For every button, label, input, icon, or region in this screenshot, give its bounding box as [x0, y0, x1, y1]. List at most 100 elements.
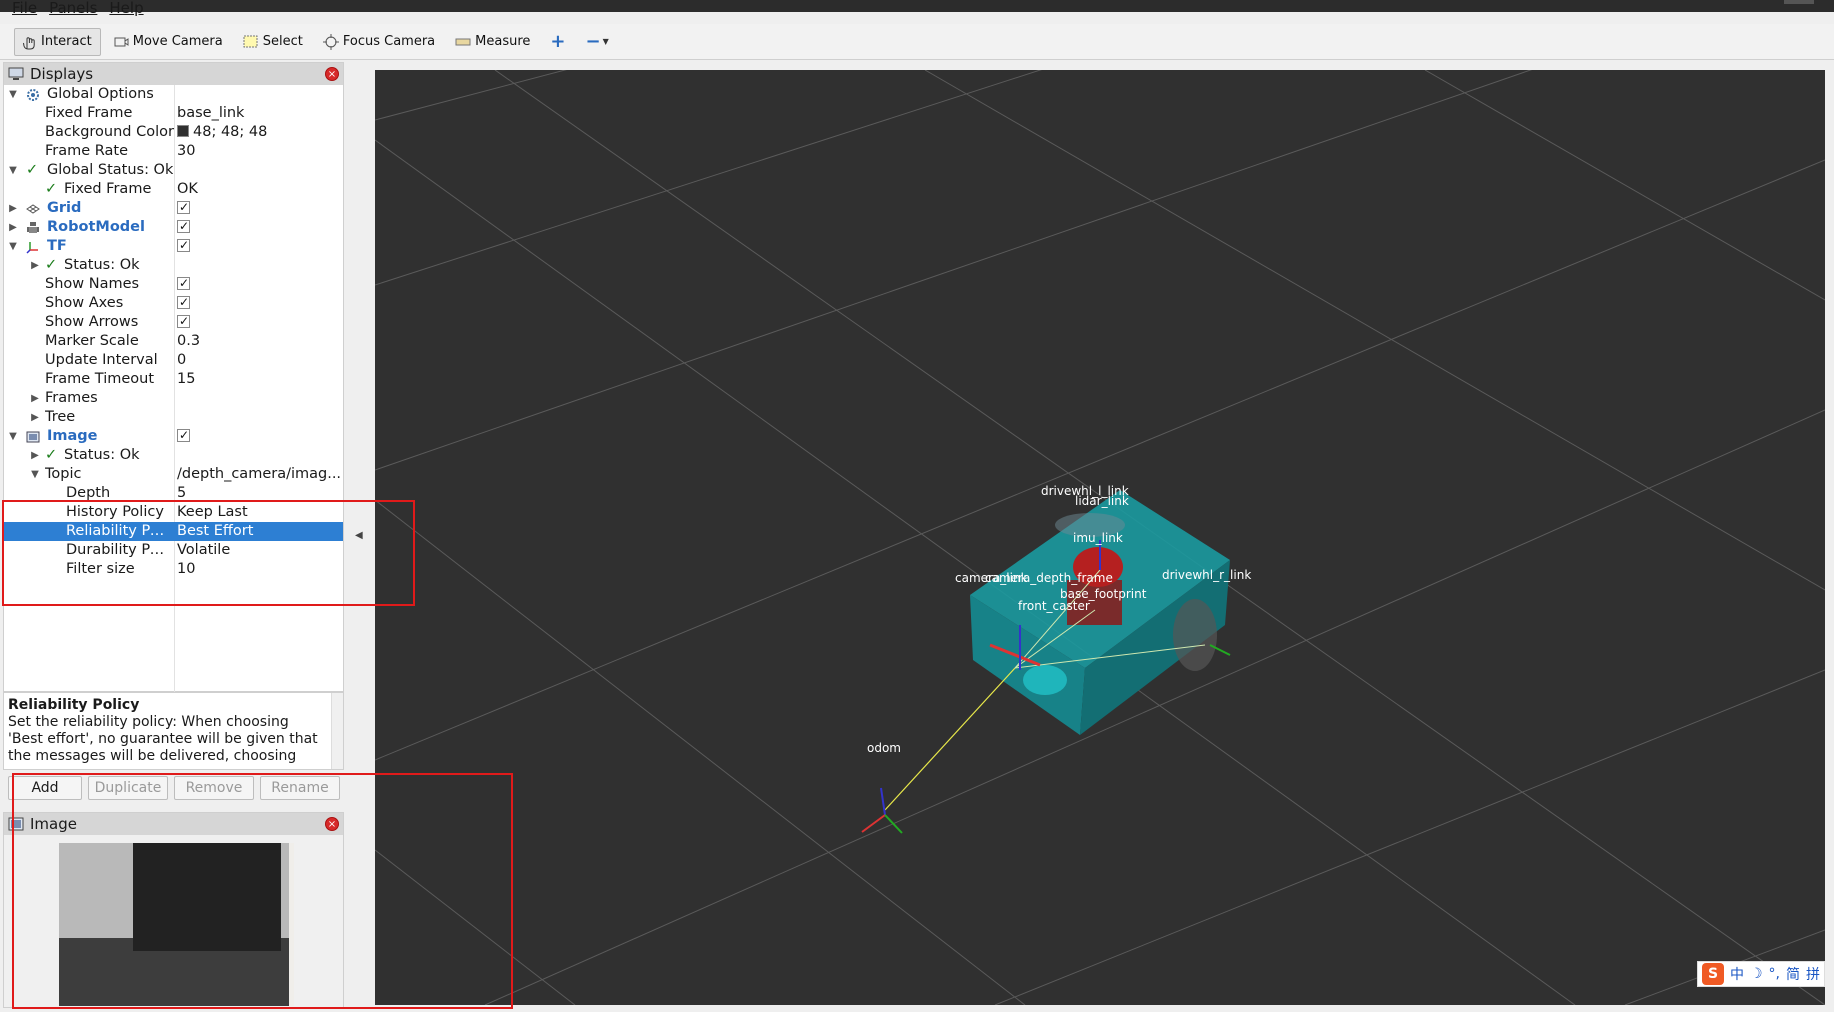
- close-icon[interactable]: ×: [325, 67, 339, 81]
- tree-label: Marker Scale: [45, 333, 139, 349]
- expand-arrow-icon[interactable]: ▼: [30, 465, 40, 484]
- collapse-arrow-icon[interactable]: ▶: [30, 389, 40, 408]
- tree-row-depth[interactable]: Depth 5: [4, 484, 343, 503]
- image-header: Image ×: [4, 813, 343, 835]
- remove-button[interactable]: Remove: [174, 776, 254, 800]
- marker-scale-value[interactable]: 0.3: [177, 332, 343, 351]
- collapse-panel-icon[interactable]: ◀: [355, 530, 363, 541]
- plus-icon: +: [550, 31, 566, 52]
- tree-row-frame-timeout[interactable]: Frame Timeout 15: [4, 370, 343, 389]
- select-tool[interactable]: Select: [235, 28, 311, 56]
- tree-row-status-fixed-frame[interactable]: ✓ Fixed Frame OK: [4, 180, 343, 199]
- tree-label: Durability Po...: [66, 542, 172, 558]
- move-camera-label: Move Camera: [132, 34, 223, 49]
- collapse-arrow-icon[interactable]: ▶: [30, 256, 40, 275]
- tree-row-marker-scale[interactable]: Marker Scale 0.3: [4, 332, 343, 351]
- tree-row-image[interactable]: ▼ Image: [4, 427, 343, 446]
- collapse-arrow-icon[interactable]: ▶: [8, 218, 18, 237]
- expand-arrow-icon[interactable]: ▼: [8, 427, 18, 446]
- measure-label: Measure: [475, 34, 531, 49]
- remove-tool-button[interactable]: − ▼: [577, 28, 616, 56]
- tree-row-filter-size[interactable]: Filter size 10: [4, 560, 343, 579]
- tree-row-frames[interactable]: ▶ Frames: [4, 389, 343, 408]
- reliability-policy-value[interactable]: Best Effort: [177, 522, 343, 541]
- tree-row-fixed-frame[interactable]: Fixed Frame base_link: [4, 104, 343, 123]
- color-swatch[interactable]: [177, 125, 189, 137]
- tree-row-global-options[interactable]: ▼ Global Options: [4, 85, 343, 104]
- background-color-value[interactable]: 48; 48; 48: [177, 123, 343, 142]
- enabled-checkbox[interactable]: [177, 199, 343, 218]
- interact-tool[interactable]: Interact: [14, 27, 101, 56]
- moon-icon[interactable]: ☽: [1750, 966, 1763, 982]
- dropdown-arrow-icon: ▼: [602, 37, 609, 46]
- input-method-tray[interactable]: S 中 ☽ °, 简 拼: [1696, 961, 1825, 987]
- add-tool-button[interactable]: +: [542, 28, 573, 56]
- frame-rate-value[interactable]: 30: [177, 142, 343, 161]
- tree-row-background-color[interactable]: Background Color 48; 48; 48: [4, 123, 343, 142]
- tray-punct[interactable]: °,: [1769, 966, 1780, 982]
- tree-row-image-status[interactable]: ▶ ✓ Status: Ok: [4, 446, 343, 465]
- tray-simplified[interactable]: 简: [1786, 964, 1800, 984]
- tree-row-update-interval[interactable]: Update Interval 0: [4, 351, 343, 370]
- tree-row-robotmodel[interactable]: ▶ RobotModel: [4, 218, 343, 237]
- collapse-arrow-icon[interactable]: ▶: [30, 408, 40, 427]
- tree-label: Status: Ok: [64, 257, 140, 273]
- description-scrollbar[interactable]: [331, 693, 343, 769]
- tree-row-tf[interactable]: ▼ TF: [4, 237, 343, 256]
- tree-label: Frame Timeout: [45, 371, 155, 387]
- show-arrows-checkbox[interactable]: [177, 313, 343, 332]
- durability-policy-value[interactable]: Volatile: [177, 541, 343, 560]
- menu-panels[interactable]: Panels: [49, 0, 97, 24]
- enabled-checkbox[interactable]: [177, 427, 343, 446]
- depth-value[interactable]: 5: [177, 484, 343, 503]
- robot-model: [861, 490, 1231, 834]
- tree-row-topic[interactable]: ▼ Topic /depth_camera/imag...: [4, 465, 343, 484]
- tree-row-frame-rate[interactable]: Frame Rate 30: [4, 142, 343, 161]
- expand-arrow-icon[interactable]: ▼: [8, 161, 18, 180]
- drive-wheel-right: [1173, 599, 1217, 671]
- tree-row-reliability-policy[interactable]: Reliability Po... Best Effort: [4, 522, 343, 541]
- collapse-arrow-icon[interactable]: ▶: [30, 446, 40, 465]
- menu-file[interactable]: File: [12, 0, 37, 24]
- tree-row-history-policy[interactable]: History Policy Keep Last: [4, 503, 343, 522]
- tree-row-durability-policy[interactable]: Durability Po... Volatile: [4, 541, 343, 560]
- tray-pinyin[interactable]: 拼: [1806, 964, 1820, 984]
- measure-tool[interactable]: Measure: [447, 28, 538, 56]
- frame-timeout-value[interactable]: 15: [177, 370, 343, 389]
- filter-size-value[interactable]: 10: [177, 560, 343, 579]
- fixed-frame-value[interactable]: base_link: [177, 104, 343, 123]
- close-icon[interactable]: ×: [325, 817, 339, 831]
- tree-label: Show Arrows: [45, 314, 139, 330]
- tree-row-global-status[interactable]: ▼ ✓ Global Status: Ok: [4, 161, 343, 180]
- tray-chinese[interactable]: 中: [1730, 964, 1744, 984]
- topic-value[interactable]: /depth_camera/imag...: [177, 465, 343, 484]
- 3d-viewport[interactable]: drivewhl_l_link lidar_link imu_link came…: [375, 70, 1825, 1005]
- tree-label: Frames: [45, 390, 98, 406]
- show-names-checkbox[interactable]: [177, 275, 343, 294]
- duplicate-button[interactable]: Duplicate: [88, 776, 168, 800]
- enabled-checkbox[interactable]: [177, 218, 343, 237]
- tree-row-tf-status[interactable]: ▶ ✓ Status: Ok: [4, 256, 343, 275]
- check-icon: ✓: [45, 181, 58, 197]
- collapse-arrow-icon[interactable]: ▶: [8, 199, 18, 218]
- tree-row-show-axes[interactable]: Show Axes: [4, 294, 343, 313]
- show-axes-checkbox[interactable]: [177, 294, 343, 313]
- expand-arrow-icon[interactable]: ▼: [8, 237, 18, 256]
- interact-label: Interact: [41, 34, 92, 49]
- tree-label: Fixed Frame: [45, 105, 133, 121]
- history-policy-value[interactable]: Keep Last: [177, 503, 343, 522]
- expand-arrow-icon[interactable]: ▼: [8, 85, 18, 104]
- move-camera-tool[interactable]: Move Camera: [105, 28, 231, 56]
- tree-row-show-arrows[interactable]: Show Arrows: [4, 313, 343, 332]
- focus-camera-tool[interactable]: Focus Camera: [315, 28, 443, 56]
- rename-button[interactable]: Rename: [260, 776, 340, 800]
- menu-help[interactable]: Help: [109, 0, 143, 24]
- tree-row-tree[interactable]: ▶ Tree: [4, 408, 343, 427]
- enabled-checkbox[interactable]: [177, 237, 343, 256]
- tree-row-grid[interactable]: ▶ Grid: [4, 199, 343, 218]
- tree-label: Background Color: [45, 124, 174, 140]
- add-button[interactable]: Add: [8, 776, 82, 800]
- tree-row-show-names[interactable]: Show Names: [4, 275, 343, 294]
- 3d-scene: drivewhl_l_link lidar_link imu_link came…: [375, 70, 1825, 1005]
- update-interval-value[interactable]: 0: [177, 351, 343, 370]
